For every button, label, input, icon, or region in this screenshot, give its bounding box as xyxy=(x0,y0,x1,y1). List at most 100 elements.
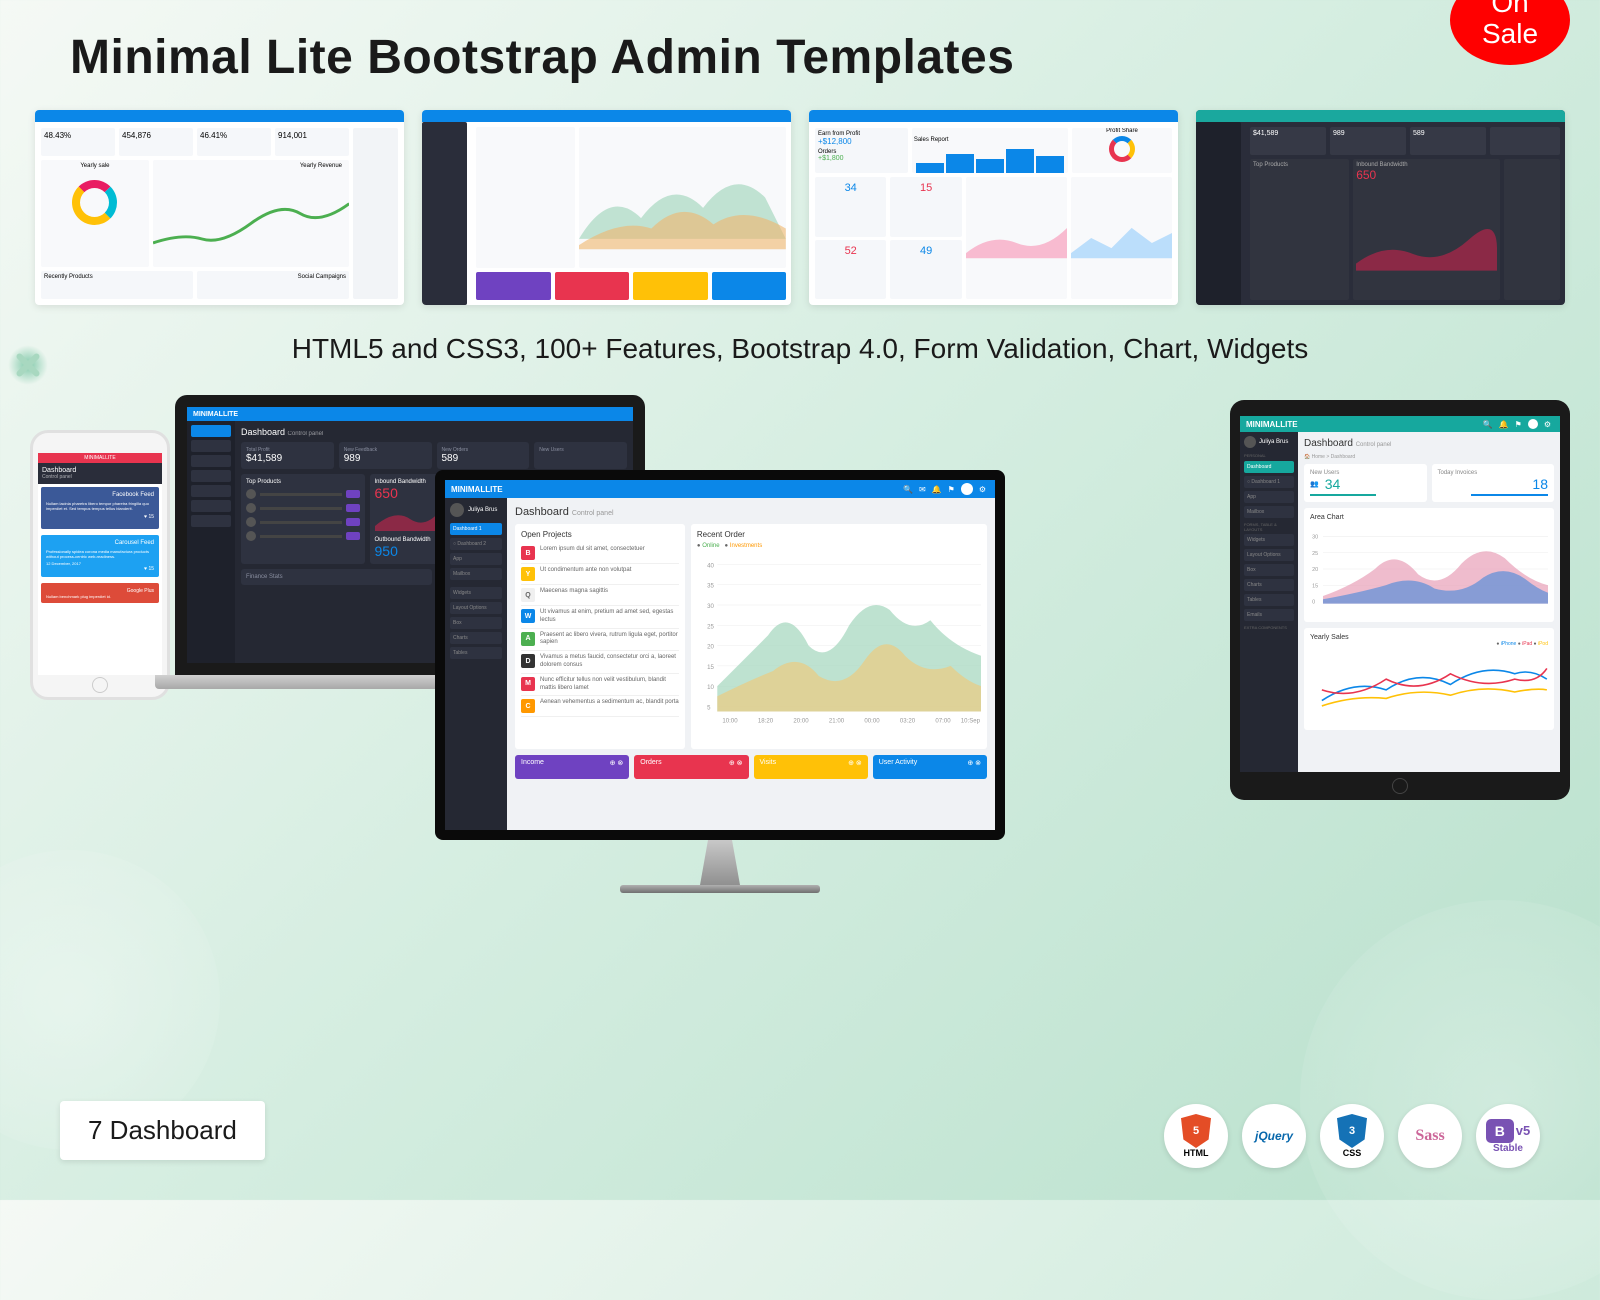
sidebar-item[interactable] xyxy=(191,455,231,467)
label: Mailbox xyxy=(1247,509,1264,515)
tile-label: Visits xyxy=(760,759,777,766)
sidebar-item-dashboard1[interactable]: Dashboard 1 xyxy=(450,523,502,535)
brand: MINIMALLITE xyxy=(1246,420,1298,429)
gplus-tile[interactable]: Google Plus Nullam benchmark plug imperd… xyxy=(41,583,159,603)
stat-tile[interactable]: Orders⊕ ⊗ xyxy=(634,755,748,779)
badge-version: v5 xyxy=(1516,1123,1530,1138)
tile-text: Nullam benchmark plug imperdiet id. xyxy=(46,594,154,599)
project-item[interactable]: BLorem ipsum dul sit amet, consectetuer xyxy=(521,543,679,564)
sidebar-item[interactable]: ○ Dashboard 1 xyxy=(1244,476,1294,488)
jquery-badge: jQuery xyxy=(1242,1104,1306,1168)
label: Charts xyxy=(453,635,468,641)
bell-icon[interactable]: 🔔 xyxy=(1499,420,1509,429)
svg-text:40: 40 xyxy=(707,562,714,569)
html5-badge: 5 HTML xyxy=(1164,1104,1228,1168)
sidebar-item-dashboard[interactable]: Dashboard xyxy=(1244,461,1294,473)
panel-title: Open Projects xyxy=(521,530,679,539)
mail-icon[interactable]: ✉ xyxy=(919,485,926,494)
thumb-dashboard-3[interactable]: Earn from Profit +$12,800 Orders +$1,800… xyxy=(809,110,1178,305)
search-icon[interactable]: 🔍 xyxy=(903,485,913,494)
svg-text:18:20: 18:20 xyxy=(758,718,774,725)
label: Charts xyxy=(1247,582,1262,588)
stat-num: 15 xyxy=(920,182,932,194)
sidebar-item[interactable] xyxy=(191,485,231,497)
avatar[interactable] xyxy=(961,483,973,495)
sidebar-item-dashboard2[interactable]: ○ Dashboard 2 xyxy=(450,538,502,550)
line-chart xyxy=(1310,647,1548,722)
sidebar-item[interactable] xyxy=(191,500,231,512)
breadcrumb[interactable]: Home > Dashboard xyxy=(1312,454,1356,460)
dashboard-count-label: 7 Dashboard xyxy=(60,1101,265,1160)
home-button[interactable] xyxy=(1392,778,1408,794)
subtitle: HTML5 and CSS3, 100+ Features, Bootstrap… xyxy=(0,333,1600,365)
bell-icon[interactable]: 🔔 xyxy=(932,485,942,494)
project-item[interactable]: CAenean vehementus a sedimentum ac, blan… xyxy=(521,696,679,717)
stat-tile[interactable]: Visits⊕ ⊗ xyxy=(754,755,868,779)
tile-label: Orders xyxy=(640,759,661,766)
sidebar-item[interactable]: Layout Options xyxy=(1244,549,1294,561)
svg-text:10:00: 10:00 xyxy=(722,718,738,725)
bw-val: 650 xyxy=(1356,168,1497,182)
sidebar-item[interactable]: Widgets xyxy=(1244,534,1294,546)
sidebar-item-charts[interactable]: Charts xyxy=(450,632,502,644)
likes: 15 xyxy=(148,514,154,520)
thumb-dashboard-4[interactable]: $41,589 989 589 Top Products Inbound Ban… xyxy=(1196,110,1565,305)
sidebar-item[interactable]: App xyxy=(1244,491,1294,503)
tech-badges: 5 HTML jQuery 3 CSS Sass B v5 Stable xyxy=(1164,1104,1540,1168)
project-text: Maecenas magna sagittis xyxy=(540,588,679,602)
project-item[interactable]: MNunc efficitur tellus non velit vestibu… xyxy=(521,674,679,697)
tile-label: User Activity xyxy=(879,759,918,766)
project-badge: B xyxy=(521,546,535,560)
label: Mailbox xyxy=(453,571,470,577)
dash-title: Dashboard xyxy=(1304,438,1353,449)
sidebar-item[interactable] xyxy=(191,470,231,482)
stat-tile[interactable]: Income⊕ ⊗ xyxy=(515,755,629,779)
stat-tile[interactable]: User Activity⊕ ⊗ xyxy=(873,755,987,779)
brand: MINIMALLITE xyxy=(193,411,238,418)
project-text: Ut vivamus at enim, pretium ad amet sed,… xyxy=(540,609,679,625)
sidebar-item[interactable]: Box xyxy=(1244,564,1294,576)
sidebar-item[interactable]: Tables xyxy=(1244,594,1294,606)
sidebar-item[interactable]: Charts xyxy=(1244,579,1294,591)
project-item[interactable]: YUt condimentum ante non volutpat xyxy=(521,564,679,585)
thumb-dashboard-2[interactable] xyxy=(422,110,791,305)
sidebar-item-app[interactable]: App xyxy=(450,553,502,565)
sale-line2: Sale xyxy=(1482,19,1538,50)
area-chart: 403530252015105 10:0018:2020:0021:0000:0… xyxy=(697,553,981,728)
sidebar: Juliya Brus PERSONAL Dashboard ○ Dashboa… xyxy=(1240,432,1298,772)
sidebar-item[interactable]: Emails xyxy=(1244,609,1294,621)
sidebar-item-mailbox[interactable]: Mailbox xyxy=(450,568,502,580)
gear-icon[interactable]: ⚙ xyxy=(979,485,986,494)
sidebar-item-dashboard[interactable] xyxy=(191,425,231,437)
svg-text:20: 20 xyxy=(707,644,714,651)
label: App xyxy=(1247,494,1256,500)
facebook-tile[interactable]: Facebook Feed Nullam lacinia pharetra li… xyxy=(41,487,159,529)
sidebar-item[interactable] xyxy=(191,515,231,527)
stat-card: New Orders589 xyxy=(437,442,530,469)
sidebar-item[interactable]: Mailbox xyxy=(1244,506,1294,518)
sidebar-item[interactable] xyxy=(191,440,231,452)
flag-icon[interactable]: ⚑ xyxy=(1515,420,1522,429)
sidebar-item-tables[interactable]: Tables xyxy=(450,647,502,659)
stat-val: $41,589 xyxy=(1253,130,1278,137)
flag-icon[interactable]: ⚑ xyxy=(948,485,955,494)
stat-val: 48.43% xyxy=(44,131,71,140)
avatar[interactable] xyxy=(1528,419,1538,429)
avatar xyxy=(450,503,464,517)
badge-label: jQuery xyxy=(1255,1129,1293,1143)
panel-label: Top Products xyxy=(1253,162,1288,168)
project-item[interactable]: DVivamus a metus faucid, consectetur orc… xyxy=(521,651,679,674)
stat-card: New Users 👥34 xyxy=(1304,464,1427,502)
label: Box xyxy=(453,620,462,626)
sidebar-item-box[interactable]: Box xyxy=(450,617,502,629)
search-icon[interactable]: 🔍 xyxy=(1483,420,1493,429)
sidebar-item-widgets[interactable]: Widgets xyxy=(450,587,502,599)
twitter-tile[interactable]: Carousel Feed Professionally spidea coro… xyxy=(41,535,159,577)
thumb-dashboard-1[interactable]: 48.43% 454,876 46.41% 914,001 Yearly sal… xyxy=(35,110,404,305)
home-button[interactable] xyxy=(92,677,108,693)
project-item[interactable]: APraesent ac libero vivera, rutrum ligul… xyxy=(521,629,679,652)
gear-icon[interactable]: ⚙ xyxy=(1544,420,1551,429)
project-item[interactable]: QMaecenas magna sagittis xyxy=(521,585,679,606)
project-item[interactable]: WUt vivamus at enim, pretium ad amet sed… xyxy=(521,606,679,629)
sidebar-item-layout[interactable]: Layout Options xyxy=(450,602,502,614)
